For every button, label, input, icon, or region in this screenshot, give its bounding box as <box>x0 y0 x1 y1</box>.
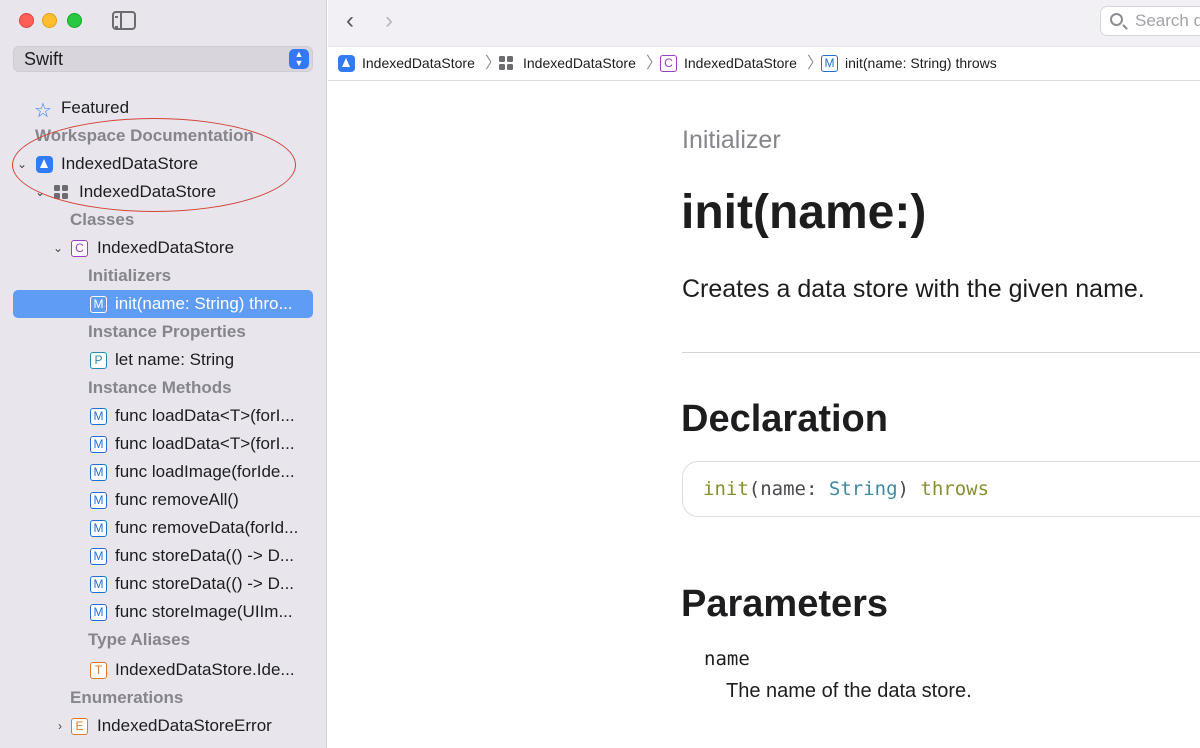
sidebar-item-method[interactable]: M func loadImage(forIde... <box>90 458 304 486</box>
symbol-kind: Initializer <box>682 126 781 154</box>
app-icon <box>338 55 355 72</box>
enum-icon: E <box>71 718 88 735</box>
sidebar-item-label: func storeData(() -> D... <box>115 546 295 565</box>
sidebar-item-label: func removeAll() <box>115 490 239 509</box>
method-icon: M <box>90 492 107 509</box>
sidebar-item-label: Featured <box>61 98 130 117</box>
section-header-instance-properties: Instance Properties <box>88 322 246 341</box>
parameters-heading: Parameters <box>681 583 889 625</box>
annotation-ellipse <box>12 118 296 212</box>
method-icon: M <box>90 408 107 425</box>
search-input[interactable]: Search d <box>1100 6 1200 36</box>
section-header-type-aliases: Type Aliases <box>88 630 191 649</box>
method-icon: M <box>90 464 107 481</box>
search-icon <box>1110 13 1123 26</box>
language-select[interactable]: Swift ▲ ▼ <box>13 46 313 72</box>
documentation-content: Initializer init(name:) Creates a data s… <box>328 82 1200 748</box>
module-icon <box>499 56 514 71</box>
sidebar-item-label: func loadData<T>(forI... <box>115 406 295 425</box>
section-header-enumerations: Enumerations <box>70 688 184 707</box>
sidebar-item-label: IndexedDataStore <box>97 238 235 257</box>
code-param-label: name <box>760 478 806 500</box>
sidebar-item-label: func storeData(() -> D... <box>115 574 295 593</box>
sidebar-item-init-selected[interactable]: M init(name: String) thro... <box>13 290 313 318</box>
sidebar-item-label: func storeImage(UIIm... <box>115 602 293 621</box>
sidebar-item-method[interactable]: M func loadData<T>(forI... <box>90 402 304 430</box>
code-paren-open: ( <box>748 478 761 500</box>
sidebar-item-label: func removeData(forId... <box>115 518 299 537</box>
close-window-button[interactable] <box>19 13 34 28</box>
code-type: String <box>828 478 898 500</box>
sidebar-item-method[interactable]: M func storeData(() -> D... <box>90 542 304 570</box>
sidebar-item-label: func loadImage(forIde... <box>115 462 295 481</box>
property-icon: P <box>90 352 107 369</box>
search-placeholder: Search d <box>1135 11 1200 30</box>
method-icon: M <box>90 604 107 621</box>
star-icon: ☆ <box>34 100 52 122</box>
zoom-window-button[interactable] <box>67 13 82 28</box>
sidebar-item-method[interactable]: M func storeImage(UIIm... <box>90 598 304 626</box>
sidebar-item-label: func loadData<T>(forI... <box>115 434 295 453</box>
language-select-value: Swift <box>24 49 64 69</box>
section-header-initializers: Initializers <box>88 266 172 285</box>
page-title: init(name:) <box>681 186 927 239</box>
code-paren-close: ) <box>897 478 909 500</box>
breadcrumb-label: IndexedDataStore <box>684 55 797 71</box>
sidebar-item-class[interactable]: ⌄ C IndexedDataStore <box>50 234 304 262</box>
chevron-up-down-icon: ▲ ▼ <box>289 49 309 69</box>
sidebar-item-method[interactable]: M func removeAll() <box>90 486 304 514</box>
breadcrumb-label: init(name: String) throws <box>845 55 997 71</box>
method-icon: M <box>90 296 107 313</box>
code-keyword-throws: throws <box>920 478 990 500</box>
sidebar-item-label: IndexedDataStore.Ide... <box>115 660 295 679</box>
declaration-heading: Declaration <box>681 398 888 440</box>
sidebar-item-typealias[interactable]: T IndexedDataStore.Ide... <box>90 656 304 684</box>
parameter-description: The name of the data store. <box>726 680 972 702</box>
back-button[interactable]: ‹ <box>346 8 354 34</box>
toolbar: ‹ › Search d <box>328 0 1200 46</box>
parameter-name: name <box>704 648 750 670</box>
chevron-right-icon[interactable]: › <box>54 712 66 740</box>
minimize-window-button[interactable] <box>42 13 57 28</box>
breadcrumb-label: IndexedDataStore <box>362 55 475 71</box>
sidebar-item-method[interactable]: M func loadData<T>(forI... <box>90 430 304 458</box>
sidebar-item-method[interactable]: M func removeData(forId... <box>90 514 304 542</box>
sidebar-item-label: init(name: String) thro... <box>115 294 293 313</box>
breadcrumb: IndexedDataStore 〉 IndexedDataStore 〉 C … <box>328 46 1200 81</box>
forward-button[interactable]: › <box>385 8 393 34</box>
sidebar-item-method[interactable]: M func storeData(() -> D... <box>90 570 304 598</box>
typealias-icon: T <box>90 662 107 679</box>
code-keyword-init: init <box>703 478 749 500</box>
method-icon: M <box>821 55 838 72</box>
chevron-down-icon[interactable]: ⌄ <box>52 234 64 262</box>
sidebar-item-enum[interactable]: › E IndexedDataStoreError <box>50 712 304 740</box>
method-icon: M <box>90 576 107 593</box>
method-icon: M <box>90 520 107 537</box>
code-colon: : <box>805 478 829 500</box>
sidebar-item-property[interactable]: P let name: String <box>90 346 304 374</box>
divider <box>682 352 1200 353</box>
sidebar-toggle-icon[interactable] <box>112 11 136 30</box>
declaration-code: init(name: String) throws <box>682 461 1200 517</box>
sidebar-item-label: IndexedDataStoreError <box>97 716 272 735</box>
breadcrumb-label: IndexedDataStore <box>523 55 636 71</box>
sidebar: Swift ▲ ▼ ☆ Featured Workspace Documentat… <box>0 0 327 748</box>
class-icon: C <box>660 55 677 72</box>
section-header-instance-methods: Instance Methods <box>88 378 232 397</box>
sidebar-item-label: let name: String <box>115 350 235 369</box>
method-icon: M <box>90 548 107 565</box>
symbol-abstract: Creates a data store with the given name… <box>682 275 1145 303</box>
method-icon: M <box>90 436 107 453</box>
class-icon: C <box>71 240 88 257</box>
